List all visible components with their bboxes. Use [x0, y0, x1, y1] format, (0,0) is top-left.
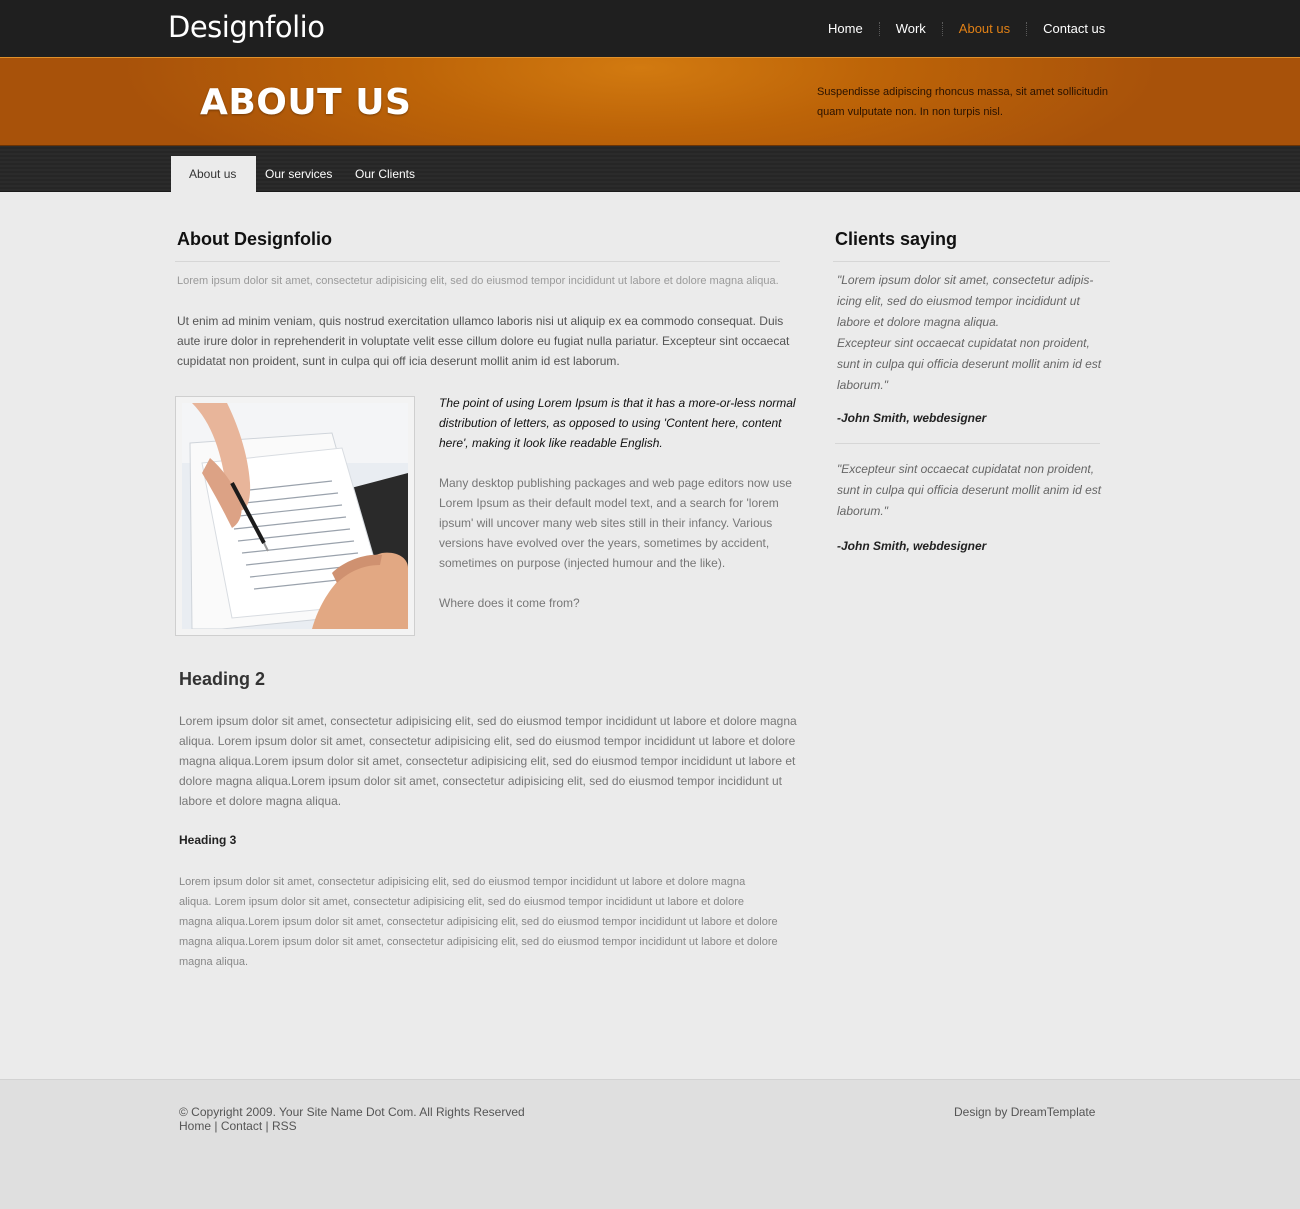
where-from-text: Where does it come from?	[439, 596, 580, 610]
document-signing-photo	[182, 403, 408, 629]
page-banner: ABOUT US Suspendisse adipiscing rhoncus …	[0, 57, 1300, 146]
top-header: Designfolio Home Work About us Contact u…	[0, 0, 1300, 57]
footer-link-contact[interactable]: Contact	[221, 1119, 262, 1133]
nav-work[interactable]: Work	[880, 21, 942, 36]
tab-our-clients[interactable]: Our Clients	[355, 156, 415, 192]
tab-our-services[interactable]: Our services	[265, 156, 332, 192]
heading-3: Heading 3	[179, 833, 237, 847]
footer-separator: |	[265, 1119, 269, 1133]
main-nav: Home Work About us Contact us	[812, 0, 1121, 57]
page-title: ABOUT US	[200, 82, 412, 123]
feature-quote: The point of using Lorem Ipsum is that i…	[439, 396, 796, 450]
testimonial: "Excepteur sint occaecat cupidatat non p…	[837, 459, 1102, 522]
testimonial-author: -John Smith, webdesigner	[837, 539, 987, 553]
nav-contact-us[interactable]: Contact us	[1027, 21, 1121, 36]
nav-about-us[interactable]: About us	[943, 21, 1026, 36]
design-credit-link[interactable]: DreamTemplate	[1011, 1105, 1096, 1119]
intro-summary: Lorem ipsum dolor sit amet, consectetur …	[177, 275, 779, 287]
footer-link-home[interactable]: Home	[179, 1119, 211, 1133]
testimonial-divider	[835, 443, 1100, 444]
banner-tagline: Suspendisse adipiscing rhoncus massa, si…	[817, 86, 1109, 118]
heading-2-paragraph: Lorem ipsum dolor sit amet, consectetur …	[179, 714, 797, 808]
site-footer: © Copyright 2009. Your Site Name Dot Com…	[0, 1079, 1300, 1209]
heading-3-paragraph: Lorem ipsum dolor sit amet, consectetur …	[179, 876, 778, 968]
testimonial-author: -John Smith, webdesigner	[837, 411, 987, 425]
heading-2: Heading 2	[179, 669, 266, 689]
testimonial-text: "Lorem ipsum dolor sit amet, consectetur…	[837, 273, 1094, 329]
intro-paragraph: Ut enim ad minim veniam, quis nostrud ex…	[177, 314, 790, 368]
sidebar-heading: Clients saying	[835, 229, 958, 249]
footer-links: Home | Contact | RSS	[179, 1119, 297, 1133]
sidebar-divider	[833, 261, 1110, 262]
design-credit: Design by DreamTemplate	[954, 1105, 1095, 1119]
divider	[175, 261, 780, 262]
testimonial-text: "Excepteur sint occaecat cupidatat non p…	[837, 462, 1102, 518]
design-credit-prefix: Design by	[954, 1105, 1008, 1119]
section-heading-about: About Designfolio	[177, 229, 332, 249]
nav-home[interactable]: Home	[812, 21, 879, 36]
footer-link-rss[interactable]: RSS	[272, 1119, 297, 1133]
photo-frame	[175, 396, 415, 636]
description-paragraph: Many desktop publishing packages and web…	[439, 476, 792, 570]
footer-separator: |	[214, 1119, 218, 1133]
copyright-text: © Copyright 2009. Your Site Name Dot Com…	[179, 1105, 525, 1119]
sub-navigation: About us Our services Our Clients	[0, 146, 1300, 192]
photo-illustration	[182, 403, 408, 629]
tab-about-us[interactable]: About us	[171, 156, 256, 192]
testimonial-text: Excepteur sint occaecat cupidatat non pr…	[837, 336, 1102, 392]
testimonial: "Lorem ipsum dolor sit amet, consectetur…	[837, 270, 1102, 396]
site-logo[interactable]: Designfolio	[168, 10, 325, 44]
